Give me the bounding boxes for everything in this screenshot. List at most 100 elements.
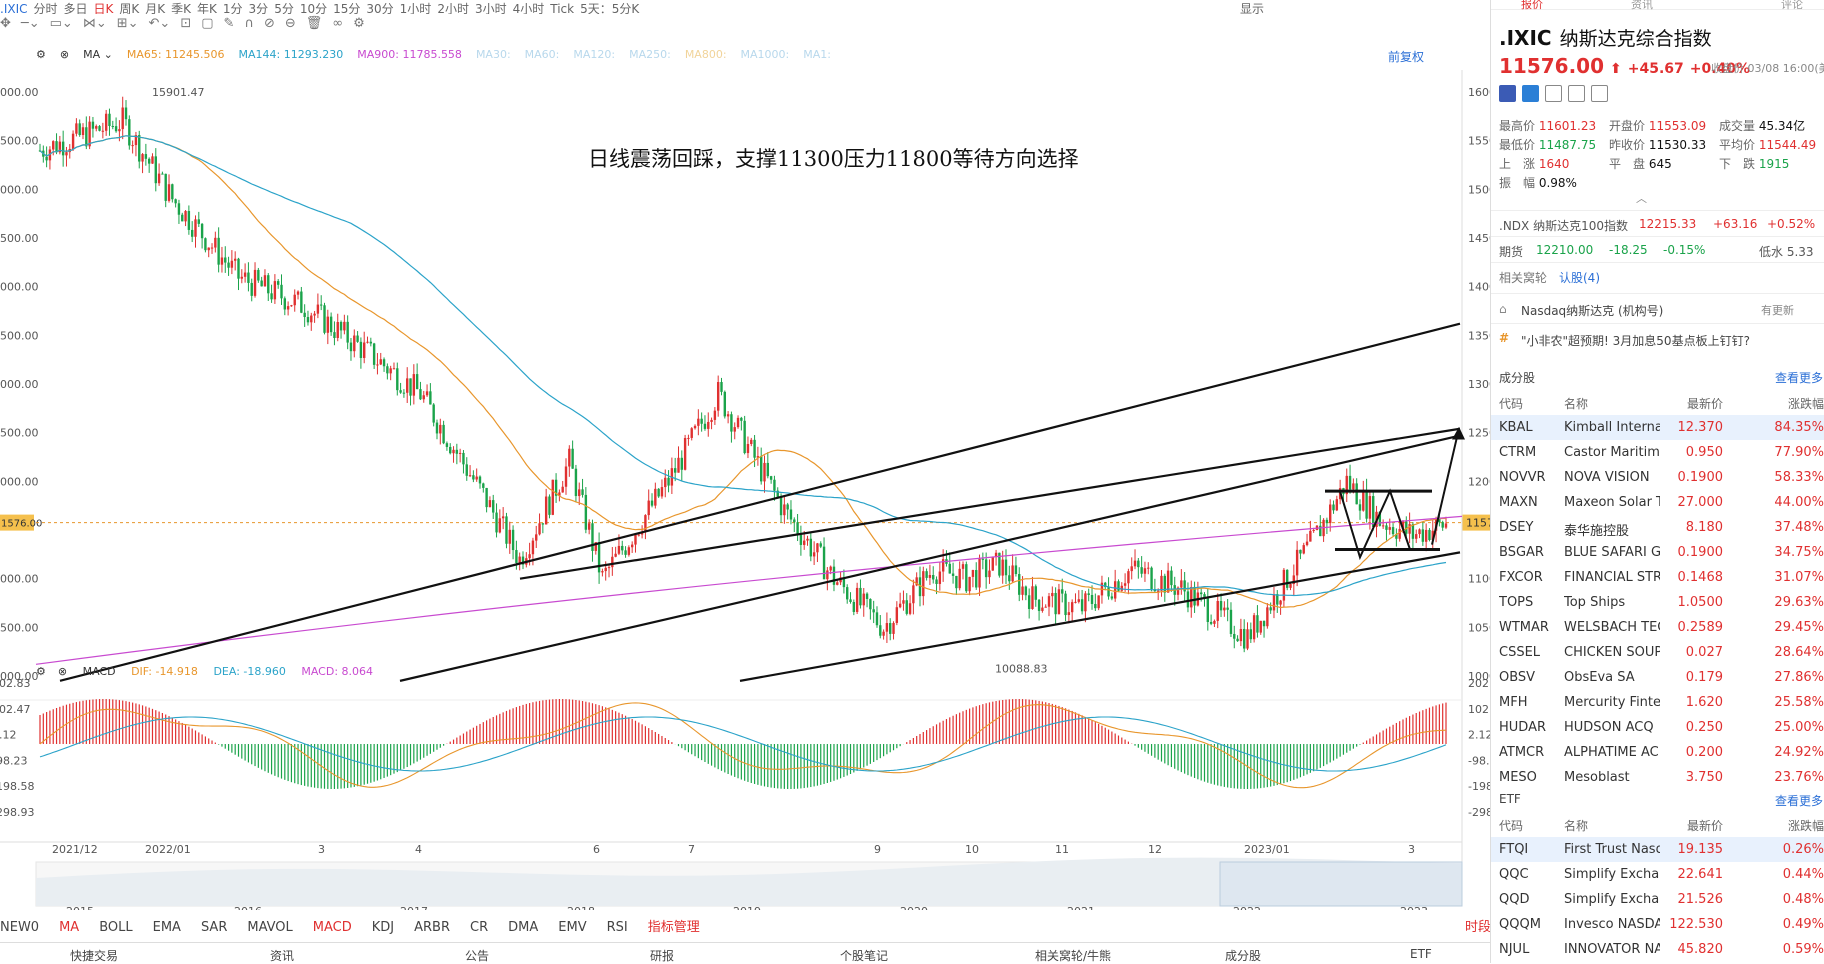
table-row[interactable]: NJUL INNOVATOR NAS 45.820 0.59% [1491,937,1824,962]
display-menu[interactable]: 显示 [1240,0,1264,17]
period-tab[interactable]: 3分 [249,2,269,14]
bottom-nav-item[interactable]: 个股笔记 [840,947,888,964]
etf-more[interactable]: 查看更多 [1775,792,1823,809]
period-tab[interactable]: 季K [171,2,191,14]
bottom-nav-item[interactable]: 成分股 [1225,947,1261,964]
bottom-nav-item[interactable]: 研报 [650,947,674,964]
period-tab[interactable]: 1小时 [400,2,432,14]
settings-icon[interactable]: ⚙ [36,48,46,61]
table-row[interactable]: NOVVR NOVA VISION 0.1900 58.33% [1491,465,1824,490]
close-icon[interactable]: ⊗ [58,665,67,678]
period-tab[interactable]: 1分 [223,2,243,14]
indicator-tab[interactable]: MA [59,920,79,935]
indicator-tab[interactable]: MAVOL [247,920,292,935]
period-tab[interactable]: 10分 [300,2,327,14]
table-row[interactable]: FTQI First Trust Nasdaq 19.135 0.26% [1491,837,1824,862]
table-row[interactable]: HUDAR HUDSON ACQ 0.250 25.00% [1491,715,1824,740]
ndx-row[interactable]: .NDX 纳斯达克100指数 12215.33 +63.16 +0.52% [1491,210,1824,236]
period-tab[interactable]: 周K [119,2,139,14]
column-header[interactable]: 代码 [1499,817,1555,834]
table-row[interactable]: QQQM Invesco NASDAQ 122.530 0.49% [1491,912,1824,937]
indicator-tab[interactable]: ARBR [414,920,450,935]
fib-tool-icon[interactable]: ⋈⌄ [83,16,107,31]
org-row[interactable]: ⌂ Nasdaq纳斯达克 (机构号) 有更新 [1491,293,1824,323]
trade-icon[interactable] [1522,85,1539,102]
news-icon[interactable] [1545,85,1562,102]
table-row[interactable]: DSEY 泰华施控股 8.180 37.48% [1491,515,1824,540]
indicator-tab[interactable]: MACD [313,920,352,935]
bottom-nav-item[interactable]: 资讯 [270,947,294,964]
period-tab[interactable]: 3小时 [475,2,507,14]
bottom-nav-item[interactable]: 快捷交易 [70,947,118,964]
column-header[interactable]: 涨跌幅 [1729,817,1824,834]
column-header[interactable]: 代码 [1499,395,1555,412]
period-tab[interactable]: 分时 [34,2,58,14]
line-tool-icon[interactable]: ─⌄ [21,16,40,31]
alert-icon[interactable] [1568,85,1585,102]
period-tab[interactable]: 5分 [274,2,294,14]
related-link[interactable]: 认股(4) [1559,269,1600,286]
table-row[interactable]: TOPS Top Ships 1.0500 29.63% [1491,590,1824,615]
panel-tab[interactable]: 资讯 [1631,0,1653,12]
eye-icon[interactable]: ⊖ [285,16,296,31]
adjust-mode[interactable]: 前复权 [1388,48,1424,65]
panel-tab[interactable]: 评论 [1781,0,1803,12]
settings-icon[interactable]: ⚙ [36,665,46,678]
table-row[interactable]: KBAL Kimball International 12.370 84.35% [1491,415,1824,440]
measure-icon[interactable]: ⊡ [180,16,191,31]
rect-tool-icon[interactable]: ▭⌄ [50,16,73,31]
column-header[interactable]: 名称 [1564,395,1660,412]
indicator-tab[interactable]: NEW0 [0,920,39,935]
period-tab[interactable]: 4小时 [513,2,545,14]
pen-icon[interactable]: ✎ [224,16,235,31]
period-tab[interactable]: 5天：5分K [580,2,639,14]
period-tab[interactable]: 多日 [64,2,88,14]
table-row[interactable]: ATMCR ALPHATIME AC 0.200 24.92% [1491,740,1824,765]
table-row[interactable]: QQC Simplify Exchange 22.641 0.44% [1491,862,1824,887]
lock-icon[interactable]: ⊘ [264,16,275,31]
period-tab[interactable]: 15分 [333,2,360,14]
grid-tool-icon[interactable]: ⊞⌄ [117,16,139,31]
news-row[interactable]: # "小非农"超预期! 3月加息50基点板上钉钉? [1491,323,1824,353]
table-row[interactable]: OBSV ObsEva SA 0.179 27.86% [1491,665,1824,690]
indicator-tab[interactable]: DMA [508,920,538,935]
table-row[interactable]: MESO Mesoblast 3.750 23.76% [1491,765,1824,790]
table-row[interactable]: BSGAR BLUE SAFARI G 0.1900 34.75% [1491,540,1824,565]
table-row[interactable]: QQD Simplify Exchange 21.526 0.48% [1491,887,1824,912]
close-icon[interactable]: ⊗ [60,48,69,61]
trash-icon[interactable]: 🗑 [306,16,323,31]
panel-tab[interactable]: 报价 [1521,0,1543,12]
table-row[interactable]: MAXN Maxeon Solar T 27.000 44.00% [1491,490,1824,515]
period-tab[interactable]: 月K [145,2,165,14]
column-header[interactable]: 名称 [1564,817,1660,834]
constituents-more[interactable]: 查看更多 [1775,369,1823,386]
table-row[interactable]: CTRM Castor Maritime 0.950 77.90% [1491,440,1824,465]
overview-window[interactable] [1219,861,1463,907]
indicator-tab[interactable]: SAR [201,920,227,935]
bottom-nav-item[interactable]: 公告 [465,947,489,964]
table-row[interactable]: WTMAR WELSBACH TEC 0.2589 29.45% [1491,615,1824,640]
share-icon[interactable] [1591,85,1608,102]
settings-icon[interactable]: ⚙ [353,16,365,31]
link-icon[interactable]: ∞ [332,16,343,31]
indicator-tab[interactable]: EMA [153,920,181,935]
magnet-icon[interactable]: ∩ [244,16,254,31]
indicator-tab[interactable]: KDJ [372,920,394,935]
column-header[interactable]: 最新价 [1661,395,1723,412]
period-tab[interactable]: 30分 [366,2,393,14]
collapse-icon[interactable]: ︿ [1636,190,1647,206]
period-tab[interactable]: 日K [94,2,114,14]
indicator-tab[interactable]: CR [470,920,488,935]
undo-icon[interactable]: ↶⌄ [149,16,171,31]
period-tab[interactable]: Tick [550,2,574,14]
table-row[interactable]: CSSEL CHICKEN SOUP 0.027 28.64% [1491,640,1824,665]
table-row[interactable]: MFH Mercurity Fintech 1.620 25.58% [1491,690,1824,715]
column-header[interactable]: 涨跌幅 [1729,395,1824,412]
table-row[interactable]: FXCOR FINANCIAL STR 0.1468 31.07% [1491,565,1824,590]
period-tab[interactable]: 年K [197,2,217,14]
ma-type[interactable]: MA ⌄ [83,48,113,61]
timeframe-button[interactable]: 时段 [1465,916,1491,935]
indicator-tab[interactable]: EMV [558,920,586,935]
indicator-tab[interactable]: BOLL [99,920,132,935]
column-header[interactable]: 最新价 [1661,817,1723,834]
